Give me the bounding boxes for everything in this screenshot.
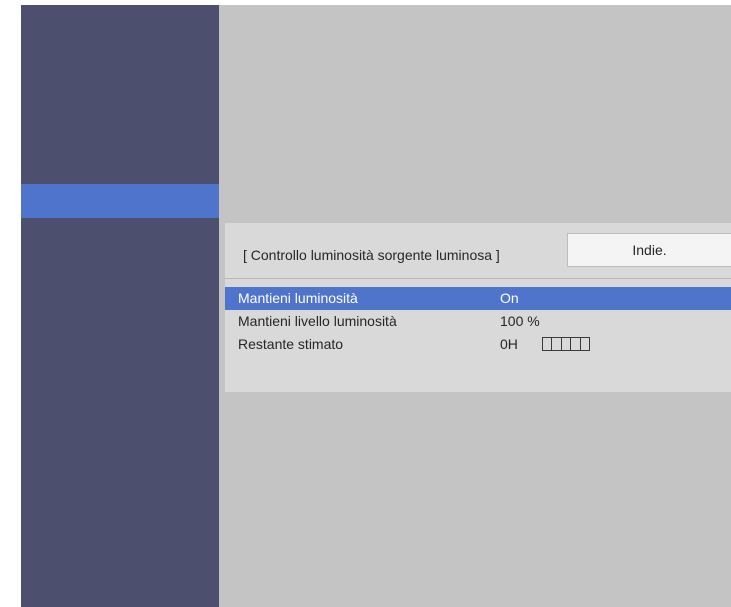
setting-value: 0H	[500, 336, 518, 352]
sidebar-menu	[21, 5, 219, 607]
setting-row-brightness-level[interactable]: Mantieni livello luminosità 100 %	[225, 310, 731, 333]
dialog-title: [ Controllo luminosità sorgente luminosa…	[243, 247, 500, 263]
content-area: [ Controllo luminosità sorgente luminosa…	[219, 5, 731, 607]
setting-label: Mantieni livello luminosità	[238, 313, 397, 329]
setting-value: On	[500, 290, 519, 306]
sidebar-item-selected[interactable]	[21, 184, 219, 218]
back-button[interactable]: Indie.	[567, 233, 731, 267]
remaining-bar-segment	[552, 338, 562, 350]
remaining-bar-segment	[571, 338, 581, 350]
remaining-bar-icon	[542, 337, 590, 351]
divider	[225, 278, 731, 279]
setting-row-maintain-brightness[interactable]: Mantieni luminosità On	[225, 287, 731, 310]
remaining-bar-segment	[562, 338, 572, 350]
remaining-bar-segment	[543, 338, 553, 350]
dialog-header: [ Controllo luminosità sorgente luminosa…	[225, 223, 731, 277]
settings-list: Mantieni luminosità On Mantieni livello …	[225, 287, 731, 356]
setting-label: Restante stimato	[238, 336, 344, 352]
setting-value: 100 %	[500, 313, 540, 329]
remaining-bar-segment	[581, 338, 589, 350]
setting-row-estimated-remaining[interactable]: Restante stimato 0H	[225, 333, 731, 356]
brightness-control-dialog: [ Controllo luminosità sorgente luminosa…	[225, 223, 731, 392]
setting-label: Mantieni luminosità	[238, 290, 358, 306]
projector-menu-screen: [ Controllo luminosità sorgente luminosa…	[0, 0, 731, 607]
